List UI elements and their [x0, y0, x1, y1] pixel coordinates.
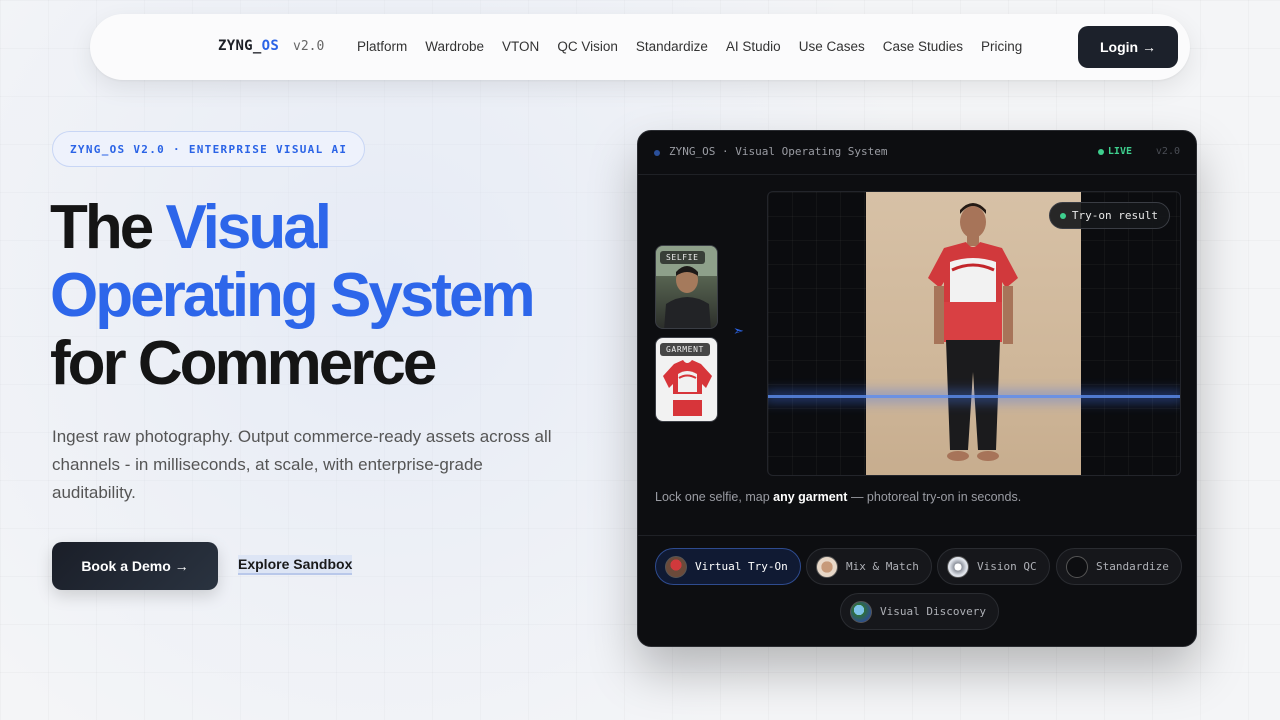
- nav-link-pricing[interactable]: Pricing: [981, 39, 1022, 54]
- panel-divider: [638, 535, 1196, 536]
- nav-links: Platform Wardrobe VTON QC Vision Standar…: [357, 39, 1040, 54]
- live-status: LIVE: [1097, 146, 1132, 157]
- tryon-canvas: Try-on result: [767, 191, 1181, 476]
- vton-demo-panel: ZYNG_OS · Visual Operating System LIVE v…: [637, 130, 1197, 647]
- tab-label: Standardize: [1096, 560, 1169, 573]
- headline-visual: Visual: [165, 193, 332, 262]
- nav-link-qc-vision[interactable]: QC Vision: [557, 39, 618, 54]
- panel-header: ZYNG_OS · Visual Operating System LIVE v…: [638, 131, 1196, 175]
- version-badge: ZYNG_OS V2.0 · ENTERPRISE VISUAL AI: [52, 131, 366, 167]
- tryon-result-badge: Try-on result: [1048, 202, 1170, 229]
- login-button[interactable]: Login →: [1078, 26, 1178, 68]
- headline-operating-system: Operating System: [50, 261, 536, 330]
- headline-for-commerce: for Commerce: [50, 329, 437, 398]
- standardize-icon: [1066, 555, 1088, 578]
- garment-thumbnail[interactable]: GARMENT: [655, 337, 718, 422]
- brand-name: ZYNG_: [218, 38, 262, 54]
- scan-line: [768, 395, 1180, 398]
- nav-link-vton[interactable]: VTON: [502, 39, 539, 54]
- tryon-result-image: [866, 192, 1081, 475]
- tab-label: Visual Discovery: [880, 605, 986, 618]
- outfit-icon: [816, 555, 838, 578]
- tab-label: Virtual Try-On: [695, 560, 788, 573]
- panel-version: v2.0: [1155, 146, 1180, 157]
- hero-subtext: Ingest raw photography. Output commerce-…: [52, 427, 552, 502]
- tab-standardize[interactable]: Standardize: [1056, 548, 1182, 585]
- brand-version: v2.0: [293, 39, 325, 54]
- nav-link-case-studies[interactable]: Case Studies: [883, 39, 963, 54]
- globe-icon: [850, 600, 872, 623]
- result-dot-icon: [1059, 212, 1066, 219]
- top-nav: ZYNG_OS v2.0 Platform Wardrobe VTON QC V…: [90, 14, 1190, 80]
- arrow-right-icon: ➣: [733, 323, 744, 338]
- fabric-icon: [947, 555, 969, 578]
- nav-link-ai-studio[interactable]: AI Studio: [726, 39, 781, 54]
- selfie-thumbnail[interactable]: SELFIE: [655, 245, 718, 329]
- panel-dot: [654, 150, 660, 156]
- hero-headline: The Visual Operating System for Commerce: [50, 193, 536, 398]
- caption-highlight: any garment: [773, 490, 848, 504]
- selfie-label: SELFIE: [660, 251, 705, 264]
- live-label: LIVE: [1107, 146, 1132, 157]
- panel-caption: Lock one selfie, map any garment — photo…: [655, 490, 1021, 504]
- nav-link-wardrobe[interactable]: Wardrobe: [425, 39, 484, 54]
- nav-link-platform[interactable]: Platform: [357, 39, 407, 54]
- nav-link-use-cases[interactable]: Use Cases: [799, 39, 865, 54]
- garment-label: GARMENT: [660, 343, 710, 356]
- person-avatar-icon: [665, 555, 687, 578]
- explore-sandbox-link[interactable]: Explore Sandbox: [238, 555, 353, 575]
- tab-vision-qc[interactable]: Vision QC: [937, 548, 1050, 585]
- book-demo-button[interactable]: Book a Demo →: [52, 542, 218, 590]
- tab-label: Vision QC: [977, 560, 1037, 573]
- headline-the: The: [50, 193, 166, 262]
- tab-virtual-try-on[interactable]: Virtual Try-On: [655, 548, 801, 585]
- tab-visual-discovery[interactable]: Visual Discovery: [840, 593, 999, 630]
- caption-part-2: — photoreal try-on in seconds.: [847, 490, 1022, 504]
- result-label: Try-on result: [1071, 209, 1158, 222]
- caption-part-1: Lock one selfie, map: [655, 490, 774, 504]
- brand-accent: OS: [261, 38, 280, 54]
- live-dot-icon: [1097, 148, 1104, 155]
- tab-label: Mix & Match: [846, 560, 919, 573]
- model-figure-icon: [928, 203, 1018, 461]
- panel-title: ZYNG_OS · Visual Operating System: [669, 145, 888, 158]
- tab-mix-and-match[interactable]: Mix & Match: [806, 548, 932, 585]
- nav-link-standardize[interactable]: Standardize: [636, 39, 708, 54]
- brand-logo[interactable]: ZYNG_OS: [218, 38, 279, 54]
